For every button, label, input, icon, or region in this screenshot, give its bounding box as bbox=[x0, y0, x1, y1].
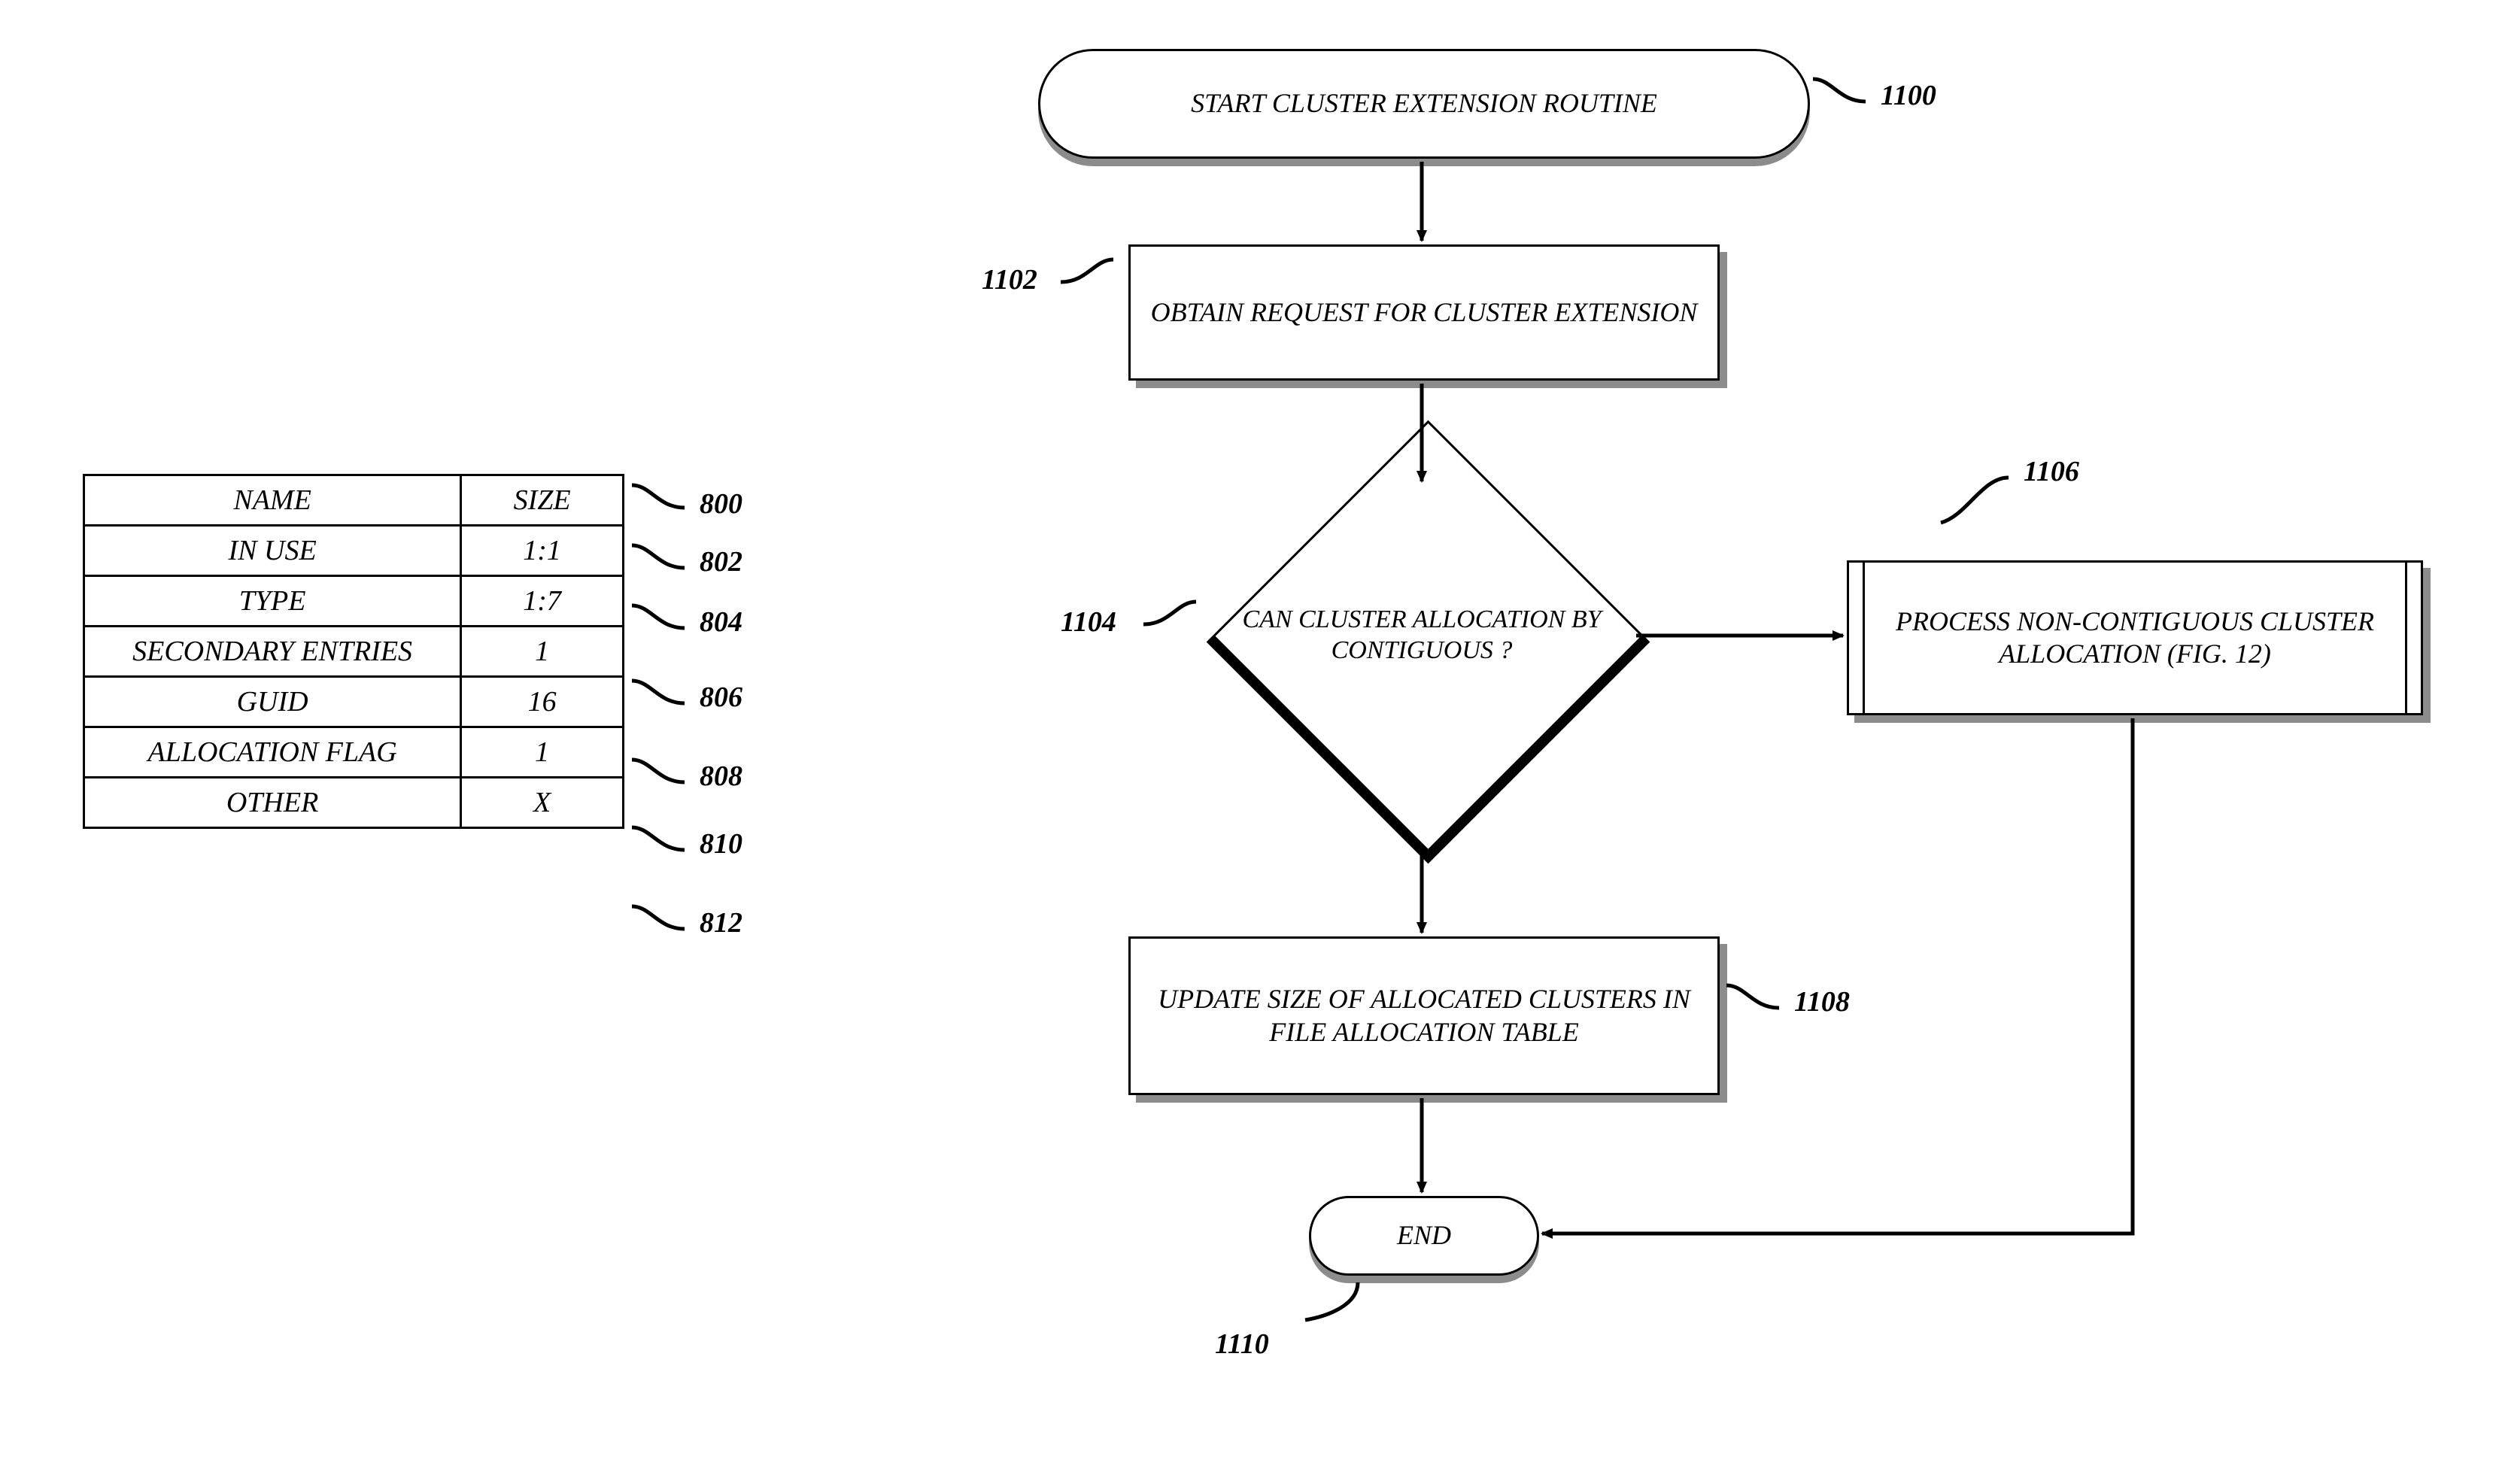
decision-contiguous: CAN CLUSTER ALLOCATION BY CONTIGUOUS ? bbox=[1271, 485, 1572, 786]
callout-lead-icon bbox=[628, 673, 688, 711]
subprocess-noncontiguous: PROCESS NON-CONTIGUOUS CLUSTER ALLOCATIO… bbox=[1847, 560, 2423, 715]
ref-label: 1104 bbox=[1061, 605, 1116, 639]
end-terminator: END bbox=[1309, 1196, 1539, 1276]
callout-lead-icon bbox=[1723, 978, 1783, 1015]
callout-lead-icon bbox=[628, 478, 688, 515]
decision-text: CAN CLUSTER ALLOCATION BY CONTIGUOUS ? bbox=[1219, 485, 1625, 786]
table-row: ALLOCATION FLAG 1 bbox=[84, 727, 624, 778]
subroutine-stripe-right-icon bbox=[2405, 563, 2407, 713]
ref-label: 802 bbox=[700, 545, 742, 578]
ref-label: 812 bbox=[700, 906, 742, 939]
process-text: OBTAIN REQUEST FOR CLUSTER EXTENSION bbox=[1143, 296, 1705, 329]
table: NAME SIZE IN USE 1:1 TYPE 1:7 SECONDARY … bbox=[83, 474, 624, 829]
cell-name: TYPE bbox=[84, 576, 461, 627]
process-obtain: OBTAIN REQUEST FOR CLUSTER EXTENSION bbox=[1128, 244, 1720, 381]
cell-size: 16 bbox=[461, 677, 624, 727]
ref-label: 1102 bbox=[982, 263, 1037, 296]
definition-table: NAME SIZE IN USE 1:1 TYPE 1:7 SECONDARY … bbox=[83, 474, 624, 829]
ref-label: 808 bbox=[700, 760, 742, 793]
table-header-row: NAME SIZE bbox=[84, 475, 624, 526]
callout-lead-icon bbox=[628, 538, 688, 575]
cell-name: OTHER bbox=[84, 778, 461, 828]
start-terminator: START CLUSTER EXTENSION ROUTINE bbox=[1038, 49, 1810, 159]
process-update: UPDATE SIZE OF ALLOCATED CLUSTERS IN FIL… bbox=[1128, 936, 1720, 1095]
ref-label: 1100 bbox=[1881, 79, 1936, 112]
table-row: SECONDARY ENTRIES 1 bbox=[84, 627, 624, 677]
cell-name: ALLOCATION FLAG bbox=[84, 727, 461, 778]
table-row: IN USE 1:1 bbox=[84, 526, 624, 576]
ref-label: 806 bbox=[700, 681, 742, 714]
header-size: SIZE bbox=[461, 475, 624, 526]
ref-label: 1106 bbox=[2024, 455, 2079, 488]
ref-label: 800 bbox=[700, 487, 742, 520]
cell-size: X bbox=[461, 778, 624, 828]
subprocess-text: PROCESS NON-CONTIGUOUS CLUSTER ALLOCATIO… bbox=[1849, 605, 2421, 670]
callout-lead-icon bbox=[1937, 470, 2012, 530]
callout-lead-icon bbox=[628, 752, 688, 790]
ref-label: 1110 bbox=[1215, 1328, 1269, 1361]
cell-name: GUID bbox=[84, 677, 461, 727]
end-text: END bbox=[1397, 1219, 1451, 1252]
cell-size: 1 bbox=[461, 727, 624, 778]
table-row: TYPE 1:7 bbox=[84, 576, 624, 627]
table-row: OTHER X bbox=[84, 778, 624, 828]
table-row: GUID 16 bbox=[84, 677, 624, 727]
cell-size: 1:1 bbox=[461, 526, 624, 576]
callout-lead-icon bbox=[628, 598, 688, 636]
callout-lead-icon bbox=[1057, 252, 1117, 290]
ref-label: 810 bbox=[700, 827, 742, 860]
cell-name: SECONDARY ENTRIES bbox=[84, 627, 461, 677]
ref-label: 1108 bbox=[1794, 985, 1850, 1018]
callout-lead-icon bbox=[1301, 1279, 1377, 1331]
callout-lead-icon bbox=[628, 899, 688, 936]
cell-name: IN USE bbox=[84, 526, 461, 576]
cell-size: 1:7 bbox=[461, 576, 624, 627]
process-text: UPDATE SIZE OF ALLOCATED CLUSTERS IN FIL… bbox=[1131, 983, 1717, 1048]
subroutine-stripe-left-icon bbox=[1863, 563, 1865, 713]
start-text: START CLUSTER EXTENSION ROUTINE bbox=[1191, 87, 1657, 120]
cell-size: 1 bbox=[461, 627, 624, 677]
ref-label: 804 bbox=[700, 605, 742, 639]
callout-lead-icon bbox=[628, 820, 688, 857]
callout-lead-icon bbox=[1809, 71, 1869, 109]
callout-lead-icon bbox=[1140, 594, 1200, 632]
header-name: NAME bbox=[84, 475, 461, 526]
